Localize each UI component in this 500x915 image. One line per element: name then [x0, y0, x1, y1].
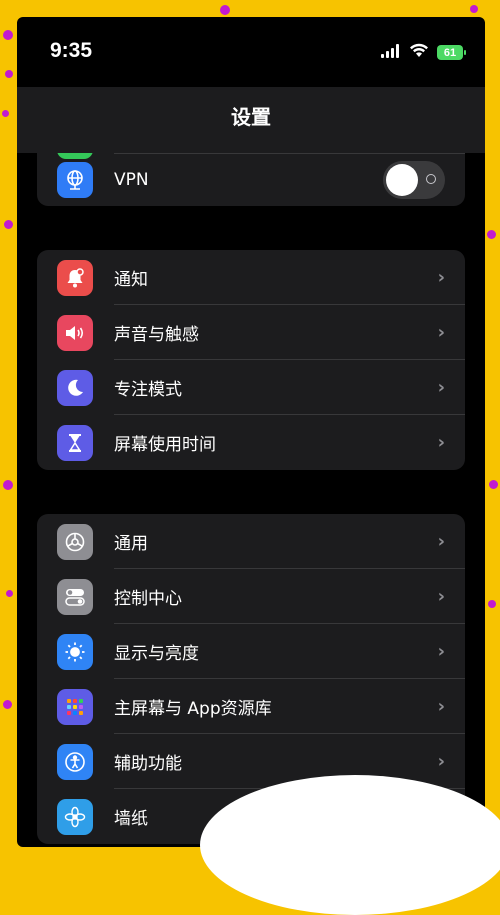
gear-icon [57, 523, 93, 560]
page-title: 设置 [231, 104, 271, 129]
chevron-right-icon: › [437, 696, 445, 717]
chevron-right-icon: › [437, 641, 445, 662]
chevron-right-icon: › [437, 267, 445, 288]
row-label: 通用 [114, 534, 148, 554]
row-label: 专注模式 [114, 380, 182, 400]
settings-group-network: VPN [37, 153, 465, 206]
settings-row-focus[interactable]: 专注模式 › [37, 360, 465, 415]
settings-group-attention: 通知 › 声音与触感 › 专注模式 › 屏幕使用时间 › [37, 250, 465, 470]
row-label: 控制中心 [114, 589, 182, 609]
settings-row-screen-time[interactable]: 屏幕使用时间 › [37, 415, 465, 470]
status-bar: 9:35 61 [17, 17, 485, 87]
app-grid-icon [57, 688, 93, 725]
decor-dot [2, 110, 9, 117]
vpn-globe-icon [57, 161, 93, 198]
decor-dot [3, 700, 12, 709]
vpn-toggle[interactable] [383, 160, 445, 199]
decor-dot [5, 70, 13, 78]
vpn-row[interactable]: VPN [37, 153, 465, 206]
row-label: 通知 [114, 270, 148, 290]
hourglass-icon [57, 424, 93, 461]
cellular-signal-icon [381, 43, 401, 62]
toggle-knob [386, 163, 418, 196]
settings-row-notifications[interactable]: 通知 › [37, 250, 465, 305]
chevron-right-icon: › [437, 531, 445, 552]
row-label: 显示与亮度 [114, 644, 199, 664]
row-label: 墙纸 [114, 809, 148, 829]
decor-dot [6, 590, 13, 597]
settings-row-home-screen[interactable]: 主屏幕与 App资源库 › [37, 679, 465, 734]
settings-row-sounds[interactable]: 声音与触感 › [37, 305, 465, 360]
row-label: 声音与触感 [114, 325, 199, 345]
settings-row-general[interactable]: 通用 › [37, 514, 465, 569]
overlay-white-shape [200, 775, 500, 915]
chevron-right-icon: › [437, 377, 445, 398]
battery-icon: 61 [437, 45, 466, 60]
decor-dot [3, 480, 13, 490]
chevron-right-icon: › [437, 751, 445, 772]
decor-dot [3, 30, 13, 40]
accessibility-icon [57, 743, 93, 780]
phone-screen: 9:35 61 设置 VPN 通知 › 声音与触感 › 专注模式 › 屏幕使用时… [17, 17, 485, 847]
status-time: 9:35 [50, 39, 93, 62]
moon-icon [57, 369, 93, 406]
row-label: 主屏幕与 App资源库 [114, 699, 272, 719]
decor-dot [470, 5, 478, 13]
toggle-off-indicator [426, 173, 436, 184]
wifi-icon [409, 43, 429, 62]
sun-icon [57, 633, 93, 670]
chevron-right-icon: › [437, 322, 445, 343]
settings-row-display[interactable]: 显示与亮度 › [37, 624, 465, 679]
row-label: 屏幕使用时间 [114, 435, 216, 455]
decor-dot [488, 600, 496, 608]
row-label: 辅助功能 [114, 754, 182, 774]
status-icons: 61 [381, 43, 466, 62]
decor-dot [220, 5, 230, 15]
speaker-icon [57, 314, 93, 351]
navigation-bar: 设置 [17, 87, 485, 153]
bell-icon [57, 259, 93, 296]
vpn-label: VPN [114, 169, 149, 190]
switches-icon [57, 578, 93, 615]
decor-dot [487, 230, 496, 239]
chevron-right-icon: › [437, 586, 445, 607]
decor-dot [4, 220, 13, 229]
decor-dot [489, 480, 498, 489]
settings-row-control-center[interactable]: 控制中心 › [37, 569, 465, 624]
flower-icon [57, 798, 93, 835]
chevron-right-icon: › [437, 432, 445, 453]
